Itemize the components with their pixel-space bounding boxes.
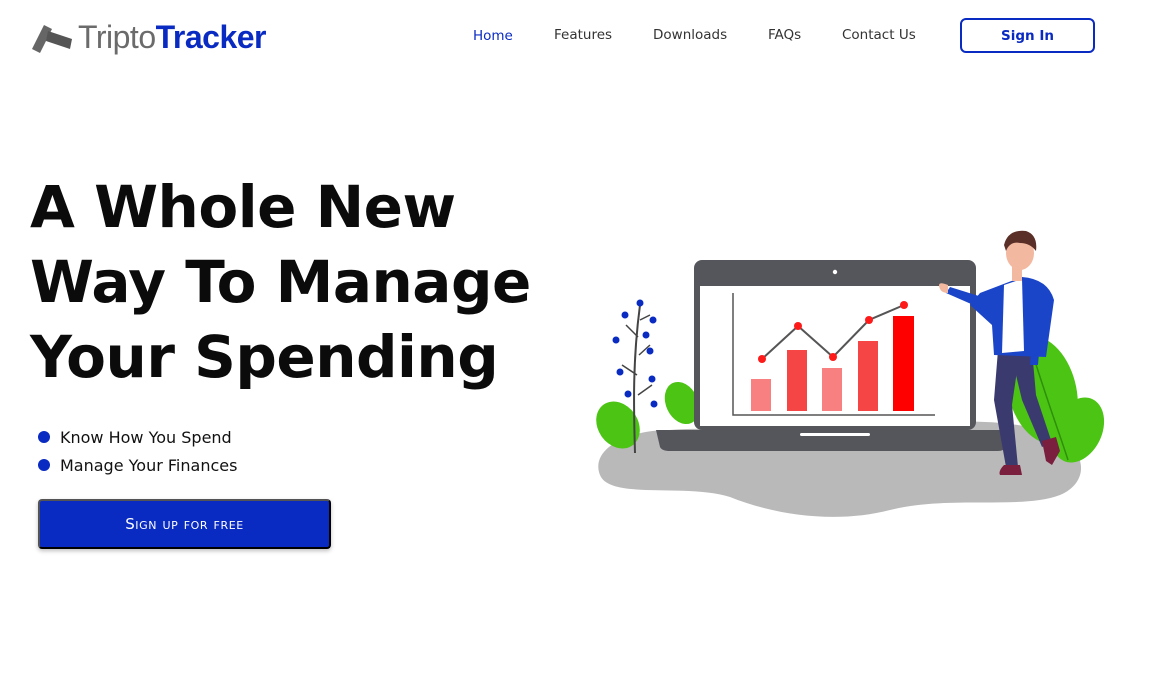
nav-downloads[interactable]: Downloads	[653, 24, 727, 46]
laptop-analytics-chart-icon	[596, 230, 1105, 517]
nav-home[interactable]: Home	[473, 25, 513, 47]
brand-name: TriptoTracker	[78, 19, 266, 55]
bullet-item: Know How You Spend	[38, 423, 237, 451]
sign-in-button[interactable]: Sign In	[960, 18, 1095, 53]
bullet-dot-icon	[38, 459, 50, 471]
bullet-text: Manage Your Finances	[60, 455, 238, 475]
nav-features[interactable]: Features	[554, 24, 612, 46]
hero-headline: A Whole New Way To Manage Your Spending	[30, 170, 550, 395]
logo-mark-icon	[30, 19, 74, 55]
brand-name-bold: Tracker	[155, 19, 267, 55]
sign-up-free-button[interactable]: Sign up for free	[38, 499, 331, 549]
bullet-dot-icon	[38, 431, 50, 443]
bullet-item: Manage Your Finances	[38, 451, 237, 479]
headline-line-1: A Whole New	[30, 173, 456, 241]
brand-logo[interactable]: TriptoTracker	[30, 18, 266, 56]
headline-line-2: Way To Manage	[30, 248, 531, 316]
nav-faqs[interactable]: FAQs	[768, 24, 801, 46]
nav-contact-us[interactable]: Contact Us	[842, 24, 916, 46]
bullet-text: Know How You Spend	[60, 427, 232, 447]
hero-illustration	[590, 225, 1110, 525]
brand-name-light: Tripto	[78, 19, 156, 55]
headline-line-3: Your Spending	[30, 323, 499, 391]
feature-bullets: Know How You Spend Manage Your Finances	[38, 423, 237, 479]
